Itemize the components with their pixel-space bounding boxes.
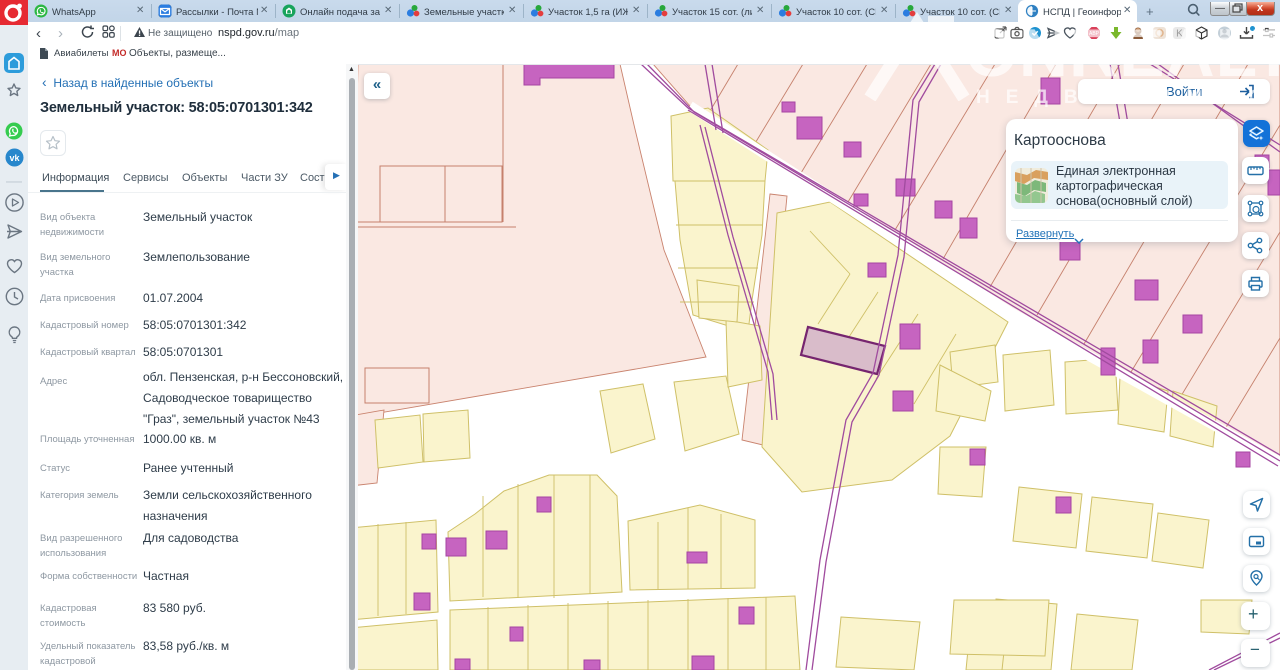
svg-text:vk: vk <box>9 153 20 163</box>
